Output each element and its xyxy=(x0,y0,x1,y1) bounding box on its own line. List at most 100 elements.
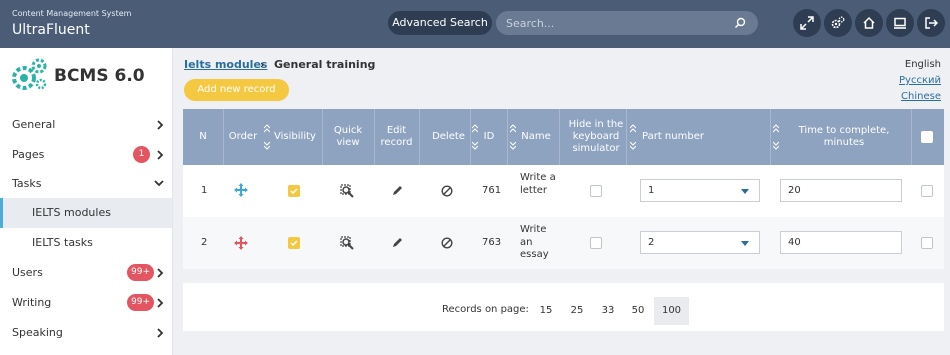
col-header-hide-in-simulator: Hide in the keyboard simulator xyxy=(568,119,624,154)
select-all-checkbox[interactable] xyxy=(921,131,933,143)
search-icon[interactable] xyxy=(734,17,746,29)
col-header-id: ID xyxy=(483,131,495,142)
sidebar-item-tasks[interactable]: Tasks xyxy=(0,169,172,199)
col-header-edit: Edit record xyxy=(380,125,413,148)
sidebar-item-label: Pages xyxy=(12,148,45,161)
gears-icon xyxy=(831,16,845,29)
part-number-select[interactable]: 2 xyxy=(640,231,760,254)
table-row: 1 761 Write a letter 1 xyxy=(183,165,944,217)
time-to-complete-input[interactable] xyxy=(780,231,902,254)
breadcrumb-parent-link[interactable]: Ielts modules xyxy=(184,58,267,71)
part-number-value: 2 xyxy=(648,237,655,248)
col-header-time: Time to complete, minutes xyxy=(798,125,890,148)
users-count-badge: 99+ xyxy=(127,264,154,281)
display-button[interactable] xyxy=(886,9,914,37)
chevron-right-icon xyxy=(157,298,164,308)
chevron-right-icon xyxy=(157,150,164,160)
sort-icon[interactable] xyxy=(510,124,516,150)
page-size-100[interactable]: 100 xyxy=(654,297,689,325)
sidebar-item-writing[interactable]: Writing 99+ xyxy=(0,288,172,318)
app-name[interactable]: UltraFluent xyxy=(12,22,90,38)
col-header-order: Order xyxy=(228,131,258,142)
sidebar-item-general[interactable]: General xyxy=(0,110,172,140)
sidebar-item-label: Users xyxy=(12,266,43,279)
col-header-name: Name xyxy=(521,131,551,142)
sidebar-item-label: General xyxy=(12,118,56,131)
table-header: N Order Visibility Quick view Edit recor… xyxy=(183,109,944,165)
part-number-value: 1 xyxy=(648,185,655,196)
page-size-25[interactable]: 25 xyxy=(561,297,593,325)
col-header-part-number: Part number xyxy=(642,131,704,142)
writing-count-badge: 99+ xyxy=(127,294,154,311)
page-title: General training xyxy=(274,58,376,71)
logo[interactable]: BCMS 6.0 xyxy=(10,58,170,94)
time-to-complete-input[interactable] xyxy=(780,179,902,202)
record-id: 761 xyxy=(482,185,502,196)
sidebar-item-label: IELTS tasks xyxy=(32,236,93,249)
sidebar-item-users[interactable]: Users 99+ xyxy=(0,258,172,288)
col-header-quick-view: Quick view xyxy=(333,125,363,148)
sidebar-item-speaking[interactable]: Speaking xyxy=(0,318,172,348)
logout-icon xyxy=(925,17,938,29)
home-button[interactable] xyxy=(855,9,883,37)
checkmark-icon xyxy=(290,188,298,195)
chevron-right-icon xyxy=(157,120,164,130)
sort-icon[interactable] xyxy=(773,124,779,150)
records-per-page-label: Records on page: xyxy=(442,304,529,315)
row-select-checkbox[interactable] xyxy=(921,185,933,197)
page-size-15[interactable]: 15 xyxy=(530,297,562,325)
logo-text: BCMS 6.0 xyxy=(54,66,145,86)
advanced-search-button[interactable]: Advanced Search xyxy=(388,11,492,35)
sidebar-item-label: Writing xyxy=(12,296,52,309)
edit-pencil-icon[interactable] xyxy=(391,237,403,249)
dropdown-arrow-icon xyxy=(741,241,749,246)
record-name: Write an essay xyxy=(520,224,549,260)
page-size-33[interactable]: 33 xyxy=(592,297,624,325)
language-russian-link[interactable]: Русский xyxy=(899,75,941,86)
delete-icon[interactable] xyxy=(441,237,453,249)
table-row: 2 763 Write an essay 2 xyxy=(183,217,944,269)
record-id: 763 xyxy=(482,237,502,248)
top-header: Content Management System UltraFluent Ad… xyxy=(0,0,950,48)
logout-button[interactable] xyxy=(917,9,945,37)
page-size-50[interactable]: 50 xyxy=(622,297,654,325)
quick-view-icon[interactable] xyxy=(340,184,354,198)
move-icon[interactable] xyxy=(234,183,248,197)
add-record-button[interactable]: Add new record xyxy=(184,79,289,101)
row-number: 2 xyxy=(201,237,208,248)
pages-count-badge: 1 xyxy=(133,146,150,163)
sidebar-item-ielts-tasks[interactable]: IELTS tasks xyxy=(0,228,172,258)
expand-icon xyxy=(800,16,814,30)
col-header-visibility: Visibility xyxy=(274,131,316,142)
search-input[interactable] xyxy=(506,11,726,35)
brand-subtitle: Content Management System xyxy=(12,9,132,18)
record-name: Write a letter xyxy=(520,172,556,196)
part-number-select[interactable]: 1 xyxy=(640,179,760,202)
hide-in-simulator-checkbox[interactable] xyxy=(590,185,602,197)
edit-pencil-icon[interactable] xyxy=(391,185,403,197)
fullscreen-button[interactable] xyxy=(793,9,821,37)
pagination-bar: Records on page: 15 25 33 50 100 xyxy=(183,283,944,331)
quick-view-icon[interactable] xyxy=(340,236,354,250)
row-select-checkbox[interactable] xyxy=(921,237,933,249)
sidebar-item-ielts-modules[interactable]: IELTS modules xyxy=(0,198,172,228)
visibility-checkbox[interactable] xyxy=(288,237,300,249)
settings-button[interactable] xyxy=(824,9,852,37)
hide-in-simulator-checkbox[interactable] xyxy=(590,237,602,249)
chevron-right-icon xyxy=(157,328,164,338)
language-chinese-link[interactable]: Chinese xyxy=(901,91,941,102)
breadcrumb-separator: › xyxy=(260,58,265,71)
sidebar-item-label: Tasks xyxy=(12,177,42,190)
gears-logo-icon xyxy=(12,58,47,90)
delete-icon[interactable] xyxy=(441,185,453,197)
dropdown-arrow-icon xyxy=(741,189,749,194)
checkmark-icon xyxy=(290,240,298,247)
sidebar-item-label: IELTS modules xyxy=(32,206,111,219)
home-icon xyxy=(863,16,875,29)
chevron-right-icon xyxy=(157,268,164,278)
move-icon[interactable] xyxy=(234,236,248,250)
language-english: English xyxy=(904,59,941,70)
sidebar-item-pages[interactable]: Pages 1 xyxy=(0,140,172,170)
row-number: 1 xyxy=(201,185,208,196)
visibility-checkbox[interactable] xyxy=(288,185,300,197)
